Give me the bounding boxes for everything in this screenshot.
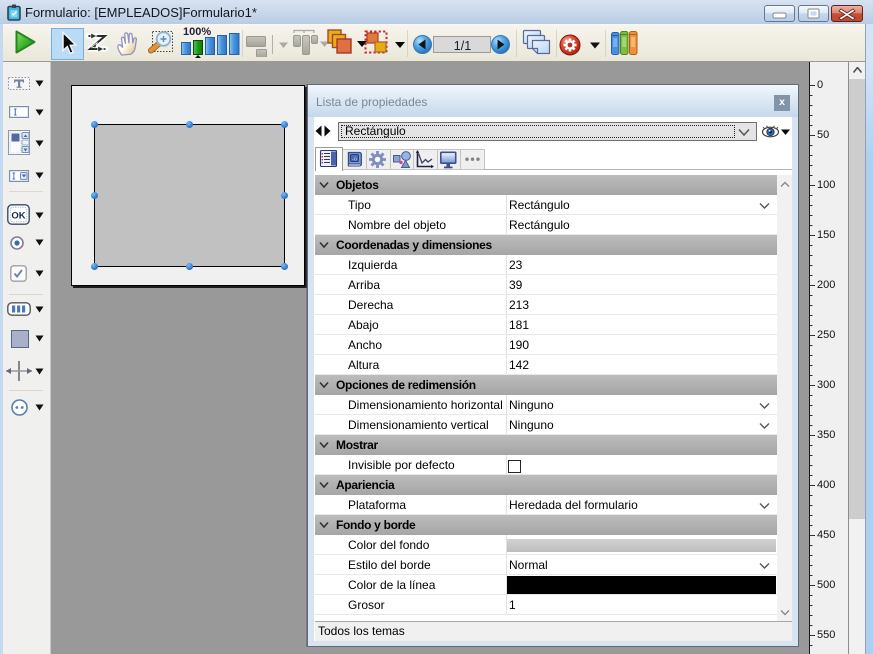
svg-text:200: 200	[817, 279, 835, 291]
svg-text:50: 50	[817, 129, 829, 141]
svg-text:100: 100	[817, 179, 835, 191]
svg-text:400: 400	[817, 479, 835, 491]
svg-text:300: 300	[817, 379, 835, 391]
svg-text:450: 450	[817, 529, 835, 541]
svg-text:250: 250	[817, 329, 835, 341]
svg-text:500: 500	[817, 579, 835, 591]
svg-text:0: 0	[817, 79, 823, 91]
svg-text:350: 350	[817, 429, 835, 441]
svg-text:-o: -o	[352, 157, 357, 163]
svg-text:150: 150	[817, 229, 835, 241]
svg-text:550: 550	[817, 629, 835, 641]
svg-text:OK: OK	[11, 211, 25, 222]
